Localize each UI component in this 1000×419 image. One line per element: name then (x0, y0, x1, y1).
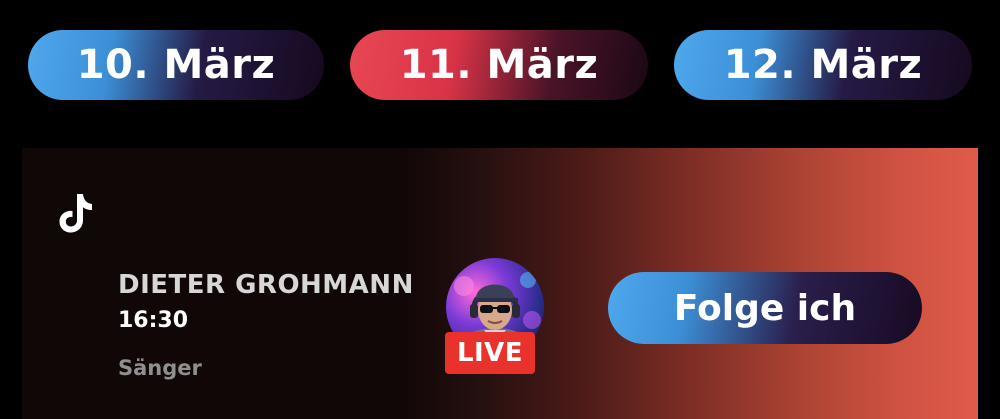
tiktok-icon (59, 194, 92, 233)
schedule-screen: 10. März 11. März 12. März DIETER GROHMA… (0, 0, 1000, 419)
artist-role: Sänger (118, 356, 202, 380)
date-tab-march-10[interactable]: 10. März (28, 30, 324, 100)
date-tab-march-11[interactable]: 11. März (350, 30, 648, 100)
event-card: DIETER GROHMANN 16:30 Sänger LIVE Folge … (22, 148, 978, 419)
date-tab-march-12[interactable]: 12. März (674, 30, 972, 100)
live-badge: LIVE (445, 332, 535, 374)
artist-name: DIETER GROHMANN (118, 270, 414, 300)
follow-button[interactable]: Folge ich (608, 272, 922, 344)
event-time: 16:30 (118, 308, 189, 333)
